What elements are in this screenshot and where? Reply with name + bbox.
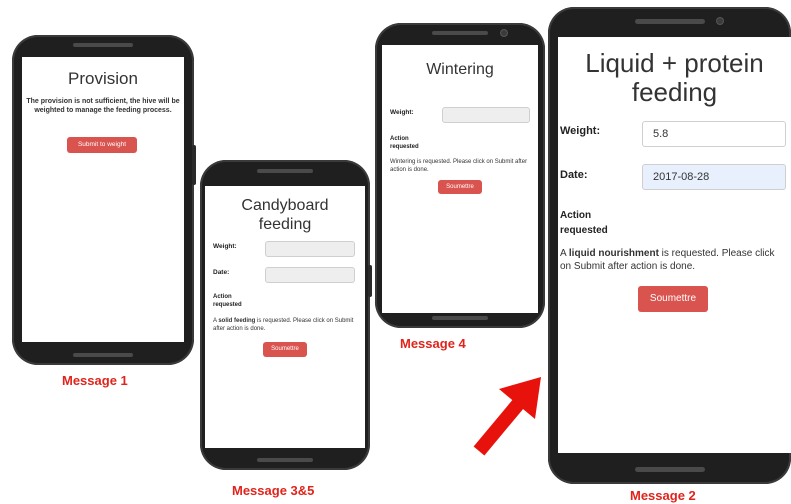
phone-bottom-bar [73,353,133,357]
phone-screen: Liquid + protein feeding Weight: 5.8 Dat… [558,37,791,453]
action-message: Wintering is requested. Please click on … [390,159,528,173]
weight-label: Weight: [213,243,237,250]
phone-side-button [368,265,372,297]
page-title: Candyboard feeding [241,197,329,233]
phone-speaker [73,43,133,47]
submit-to-weight-button[interactable]: Submit to weight [67,137,137,153]
caption-message-4: Message 4 [400,336,466,351]
phone-speaker [432,31,488,35]
page-title: Liquid + protein feeding [585,48,764,107]
submit-button[interactable]: Soumettre [263,342,307,357]
phone-camera [716,17,724,25]
action-message: A solid feeding is requested. Please cli… [213,318,354,332]
action-message: A liquid nourishment is requested. Pleas… [560,248,775,272]
phone-message-3-5: Candyboard feeding Weight: Date: Action … [200,160,372,470]
date-label: Date: [560,169,588,181]
weight-input[interactable] [265,241,355,257]
page-title: Provision [68,69,138,88]
weight-input[interactable]: 5.8 [642,121,786,147]
action-requested-label: Action requested [390,136,419,150]
phone-speaker [257,169,313,173]
date-input[interactable]: 2017-08-28 [642,164,786,190]
caption-message-1: Message 1 [62,373,128,388]
submit-button[interactable]: Soumettre [438,180,482,194]
phone-bottom-bar [634,467,705,472]
page-title: Wintering [426,61,494,78]
weight-label: Weight: [560,125,601,137]
date-input[interactable] [265,267,355,283]
action-requested-label: Action requested [213,294,242,308]
caption-message-3-5: Message 3&5 [232,483,315,498]
phone-camera [500,29,508,37]
phone-screen: Wintering Weight: Action requested Winte… [382,45,538,313]
phone-screen: Candyboard feeding Weight: Date: Action … [205,186,365,448]
provision-message: The provision is not sufficient, the hiv… [26,98,180,114]
red-arrow-icon [473,377,541,456]
weight-label: Weight: [390,109,414,116]
caption-message-2: Message 2 [630,488,696,503]
phone-speaker [634,19,705,24]
phone-message-4: Wintering Weight: Action requested Winte… [375,23,545,328]
date-label: Date: [213,269,230,276]
phone-message-2: Liquid + protein feeding Weight: 5.8 Dat… [548,7,791,484]
phone-message-1: Provision The provision is not sufficien… [12,35,196,365]
action-requested-label: Action requested [560,210,608,236]
phone-screen: Provision The provision is not sufficien… [22,57,184,342]
phone-bottom-bar [257,458,313,462]
phone-side-button [192,145,196,185]
weight-input[interactable] [442,107,530,123]
phone-bottom-bar [432,316,488,320]
submit-button[interactable]: Soumettre [638,286,708,312]
